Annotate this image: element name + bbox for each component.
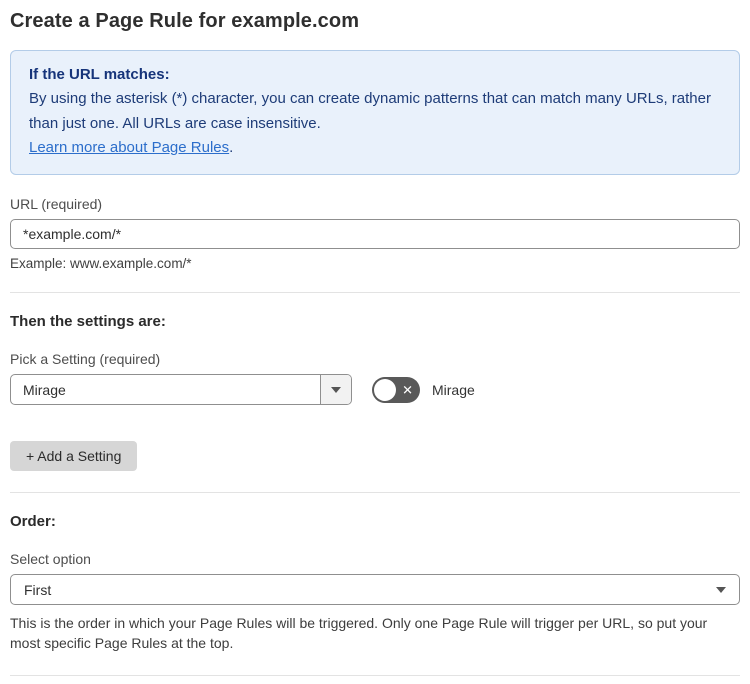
page-title: Create a Page Rule for example.com bbox=[10, 10, 360, 32]
divider bbox=[10, 674, 740, 676]
info-box-heading: If the URL matches: bbox=[29, 66, 170, 83]
pick-setting-label: Pick a Setting (required) bbox=[10, 351, 161, 368]
url-input[interactable] bbox=[10, 219, 740, 250]
url-field-label: URL (required) bbox=[10, 196, 103, 213]
order-helper-text: This is the order in which your Page Rul… bbox=[10, 615, 708, 652]
divider bbox=[10, 292, 740, 294]
select-option-label: Select option bbox=[10, 551, 91, 568]
setting-dropdown-value: Mirage bbox=[23, 381, 66, 398]
link-suffix: . bbox=[229, 138, 234, 156]
url-field-helper: Example: www.example.com/* bbox=[10, 256, 192, 272]
order-select[interactable]: First bbox=[10, 574, 740, 606]
info-box-body: By using the asterisk (*) character, you… bbox=[29, 90, 711, 132]
order-select-value: First bbox=[24, 581, 52, 598]
info-box-link-line: Learn more about Page Rules. bbox=[29, 136, 721, 160]
chevron-down-icon bbox=[716, 586, 726, 593]
setting-row: Mirage ✕ Mirage bbox=[10, 374, 740, 406]
learn-more-link[interactable]: Learn more about Page Rules bbox=[29, 139, 229, 156]
toggle-label: Mirage bbox=[432, 381, 475, 398]
setting-dropdown[interactable]: Mirage bbox=[10, 374, 352, 406]
chevron-down-icon bbox=[331, 386, 341, 393]
setting-dropdown-button[interactable] bbox=[320, 375, 351, 405]
toggle-knob bbox=[374, 378, 396, 401]
divider bbox=[10, 492, 740, 494]
page-rule-form: Create a Page Rule for example.com If th… bbox=[0, 0, 750, 684]
add-setting-button[interactable]: + Add a Setting bbox=[10, 441, 138, 472]
order-section-heading: Order: bbox=[10, 513, 56, 531]
settings-section-heading: Then the settings are: bbox=[10, 313, 166, 331]
url-matches-info-box: If the URL matches: By using the asteris… bbox=[10, 50, 740, 176]
toggle-off-x-icon: ✕ bbox=[402, 382, 413, 398]
mirage-toggle[interactable]: ✕ bbox=[372, 376, 420, 403]
